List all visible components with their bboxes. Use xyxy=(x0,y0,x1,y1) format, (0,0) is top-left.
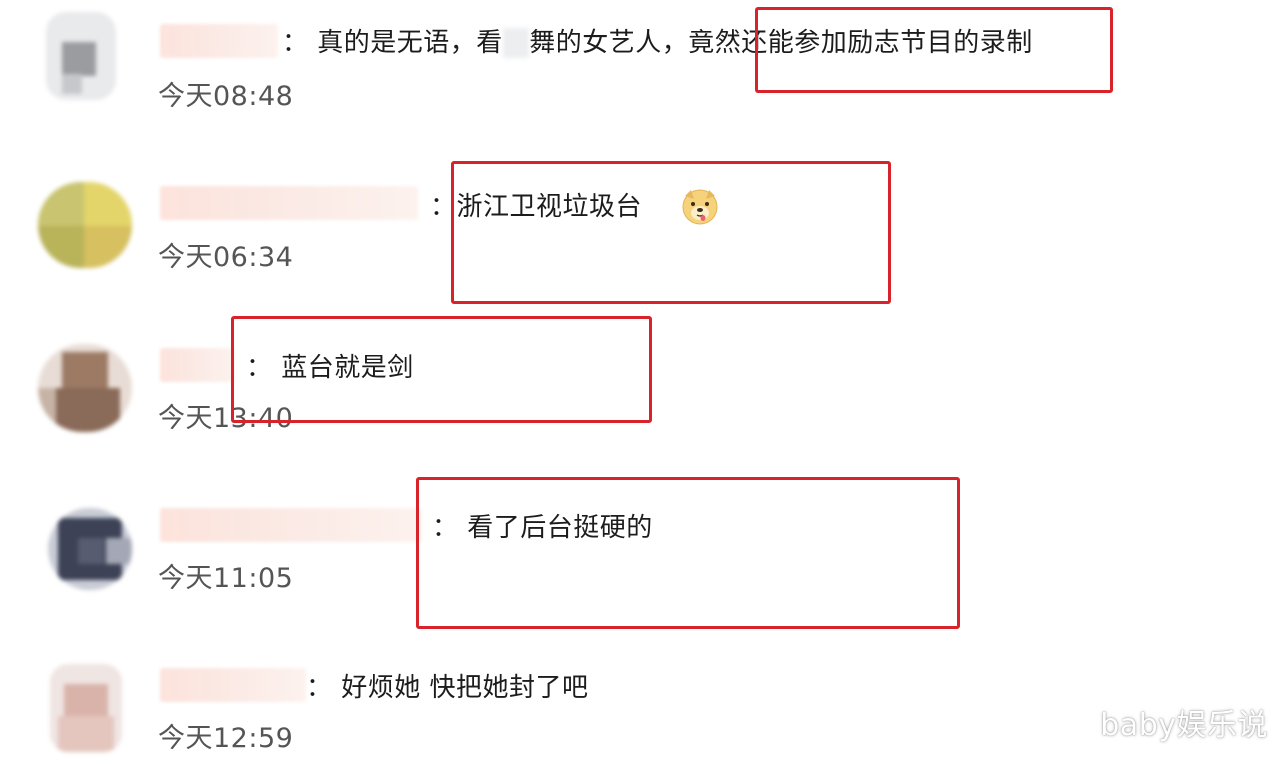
comment-timestamp: 今天06:34 xyxy=(158,242,294,273)
watermark: baby娱乐说 xyxy=(1100,708,1268,743)
username-redacted[interactable] xyxy=(160,348,234,382)
avatar[interactable] xyxy=(46,12,116,100)
comment-timestamp: 今天11:05 xyxy=(158,563,294,594)
redacted-word: 跳 xyxy=(502,28,530,58)
highlight-box xyxy=(416,477,960,629)
username-redacted[interactable] xyxy=(160,186,418,220)
avatar[interactable] xyxy=(48,508,132,590)
highlight-box xyxy=(231,316,652,423)
avatar[interactable] xyxy=(50,664,122,752)
highlight-box xyxy=(755,7,1113,93)
username-redacted[interactable] xyxy=(160,508,422,542)
avatar[interactable] xyxy=(38,182,132,268)
comment-timestamp: 今天12:59 xyxy=(158,723,294,754)
comment-feed-screenshot: { "comments": [ { "text_before": "： 真的是无… xyxy=(0,0,1284,764)
comment-text: ： 好烦她 快把她封了吧 xyxy=(306,673,589,703)
comment-text-before: ： 真的是无语，看 xyxy=(282,28,503,58)
comment-text-after: 舞的女艺人， xyxy=(529,28,689,58)
username-redacted[interactable] xyxy=(160,24,278,58)
avatar[interactable] xyxy=(38,344,132,432)
username-redacted[interactable] xyxy=(160,668,306,702)
highlight-box xyxy=(451,161,891,304)
comment-timestamp: 今天08:48 xyxy=(158,81,294,112)
